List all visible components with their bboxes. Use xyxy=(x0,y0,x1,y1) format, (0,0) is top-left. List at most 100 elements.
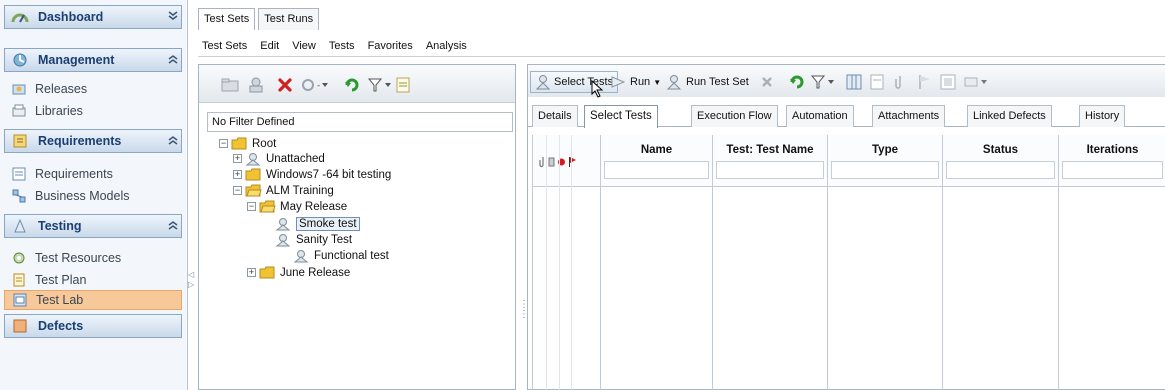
requirements-icon xyxy=(11,133,29,149)
tab-linked-defects[interactable]: Linked Defects xyxy=(967,105,1052,127)
details-icon[interactable] xyxy=(870,71,884,93)
column-filter-test-name[interactable] xyxy=(716,161,824,179)
chevron-up-icon[interactable] xyxy=(165,54,181,67)
tree-node-label: June Release xyxy=(280,266,351,279)
tree-node-alm-training[interactable]: − ALM Training xyxy=(233,183,334,198)
menu-view[interactable]: View xyxy=(292,40,316,52)
grid-header[interactable]: Name xyxy=(601,135,712,187)
tab-attachments[interactable]: Attachments xyxy=(872,105,946,127)
collapse-icon[interactable]: − xyxy=(219,139,228,148)
nav-item-label: Test Resources xyxy=(35,251,122,265)
new-test-set-icon[interactable] xyxy=(247,75,265,95)
nav-item-libraries[interactable]: Libraries xyxy=(12,101,182,121)
nav-item-label: Releases xyxy=(35,82,88,96)
grid-header[interactable]: Test: Test Name xyxy=(713,135,827,187)
menu-tests[interactable]: Tests xyxy=(329,40,355,52)
details-icon[interactable] xyxy=(395,75,411,95)
column-header-iterations: Iterations xyxy=(1086,144,1139,156)
tab-details[interactable]: Details xyxy=(532,105,578,127)
column-filter-iterations[interactable] xyxy=(1062,161,1163,179)
test-set-subtabs: Details Select Tests Execution Flow Auto… xyxy=(528,103,1165,128)
tab-test-runs[interactable]: Test Runs xyxy=(258,8,320,30)
tree-node-unattached[interactable]: + Unattached xyxy=(233,151,325,166)
nav-item-test-plan[interactable]: Test Plan xyxy=(12,270,182,290)
collapse-icon[interactable]: − xyxy=(233,186,242,195)
tree-node-root[interactable]: − Root xyxy=(219,136,276,151)
tab-test-sets[interactable]: Test Sets xyxy=(198,8,256,30)
nav-item-requirements[interactable]: Requirements xyxy=(12,164,182,184)
nav-item-label: Test Lab xyxy=(36,293,84,307)
mouse-cursor-icon xyxy=(591,79,605,101)
grid-indicator-column xyxy=(532,135,600,390)
tab-automation[interactable]: Automation xyxy=(786,105,854,127)
grid-view-icon[interactable] xyxy=(940,71,956,93)
tree-node-smoke-test[interactable]: Smoke test xyxy=(275,216,360,231)
navigation-sidebar: Dashboard Management Releases Libraries … xyxy=(0,0,188,390)
grid-header[interactable]: Iterations xyxy=(1059,135,1165,187)
column-filter-status[interactable] xyxy=(946,161,1055,179)
menu-test-sets[interactable]: Test Sets xyxy=(202,40,247,52)
more-dropdown-icon[interactable] xyxy=(964,71,990,93)
run-dropdown-button[interactable]: Run ▼ xyxy=(610,71,661,93)
nav-item-label: Requirements xyxy=(35,167,113,181)
select-tests-icon xyxy=(535,74,551,90)
expand-icon[interactable]: + xyxy=(233,154,242,163)
expand-icon[interactable]: + xyxy=(233,170,242,179)
run-test-set-button[interactable]: Run Test Set xyxy=(666,71,749,93)
nav-group-defects[interactable]: Defects xyxy=(4,314,182,338)
cut-copy-dropdown-icon[interactable]: - xyxy=(301,75,329,95)
folder-open-icon xyxy=(245,184,262,198)
nav-item-releases[interactable]: Releases xyxy=(12,79,182,99)
tree-node-label: Root xyxy=(252,137,277,150)
menu-favorites[interactable]: Favorites xyxy=(368,40,413,52)
nav-item-test-resources[interactable]: Test Resources xyxy=(12,248,182,268)
nav-group-label: Testing xyxy=(38,219,82,233)
new-folder-icon[interactable] xyxy=(221,75,239,95)
tree-node-may-release[interactable]: − May Release xyxy=(247,199,347,214)
expand-icon[interactable]: + xyxy=(247,268,256,277)
flag-icon[interactable] xyxy=(918,71,932,93)
column-filter-type[interactable] xyxy=(831,161,939,179)
tree-node-sanity-test[interactable]: Sanity Test xyxy=(275,232,352,247)
menu-analysis[interactable]: Analysis xyxy=(426,40,467,52)
testing-icon xyxy=(11,218,29,234)
test-set-icon xyxy=(275,217,292,231)
filter-status-bar[interactable]: No Filter Defined xyxy=(207,112,513,132)
nav-group-label: Management xyxy=(38,53,115,67)
tree-node-functional-test[interactable]: Functional test xyxy=(293,248,389,263)
chevron-up-icon[interactable] xyxy=(165,220,181,233)
grid-column-test-name: Test: Test Name xyxy=(712,135,827,390)
filter-icon[interactable] xyxy=(367,75,393,95)
tab-history[interactable]: History xyxy=(1079,105,1126,127)
releases-icon xyxy=(12,82,26,96)
remove-test-icon[interactable] xyxy=(760,71,774,93)
grid-header[interactable]: Type xyxy=(828,135,942,187)
nav-group-dashboard[interactable]: Dashboard xyxy=(4,5,182,29)
tree-node-label: May Release xyxy=(280,200,348,213)
columns-icon[interactable] xyxy=(846,71,862,93)
tree-node-june-release[interactable]: + June Release xyxy=(247,265,350,280)
attachment-icon[interactable] xyxy=(894,71,906,93)
tab-select-tests[interactable]: Select Tests xyxy=(584,105,658,128)
filter-icon[interactable] xyxy=(810,71,836,93)
menu-edit[interactable]: Edit xyxy=(260,40,279,52)
nav-collapse-handle[interactable]: ◁ ▷ xyxy=(188,270,194,310)
tab-execution-flow[interactable]: Execution Flow xyxy=(691,105,778,127)
nav-group-management[interactable]: Management xyxy=(4,48,182,72)
tree-node-label: Unattached xyxy=(266,152,325,165)
nav-group-testing[interactable]: Testing xyxy=(4,214,182,238)
refresh-icon[interactable] xyxy=(788,71,806,93)
nav-group-requirements[interactable]: Requirements xyxy=(4,129,182,153)
column-filter-name[interactable] xyxy=(604,161,709,179)
nav-item-test-lab[interactable]: Test Lab xyxy=(4,290,182,310)
tree-node-windows7[interactable]: + Windows7 -64 bit testing xyxy=(233,167,391,182)
refresh-icon[interactable] xyxy=(343,75,361,95)
collapse-icon[interactable]: − xyxy=(247,202,256,211)
grid-header[interactable]: Status xyxy=(943,135,1058,187)
chevron-down-icon[interactable] xyxy=(165,10,181,24)
delete-icon[interactable] xyxy=(277,75,293,95)
chevron-up-icon[interactable] xyxy=(165,135,181,148)
panel-splitter[interactable]: ⋮ ⋮ xyxy=(519,300,529,340)
nav-item-business-models[interactable]: Business Models xyxy=(12,186,182,206)
column-header-type: Type xyxy=(872,144,898,156)
